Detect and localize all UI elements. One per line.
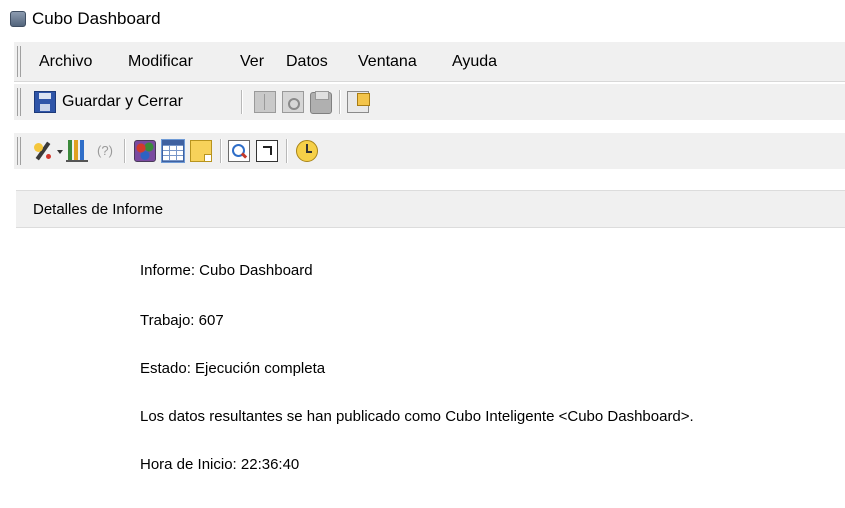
chart-icon[interactable] <box>66 140 88 162</box>
launch-icon[interactable] <box>256 140 278 162</box>
properties-icon[interactable] <box>347 91 370 113</box>
menu-archivo[interactable]: Archivo <box>37 42 94 82</box>
toolbar2-grip[interactable] <box>17 137 21 165</box>
window-title: Cubo Dashboard <box>32 9 161 28</box>
detail-start-time: Hora de Inicio: 22:36:40 <box>140 456 300 473</box>
book-icon[interactable] <box>254 91 276 113</box>
detail-job-id: Trabajo: 607 <box>140 312 224 329</box>
toolbar-view: (?) <box>14 133 845 169</box>
menu-datos[interactable]: Datos <box>284 42 330 82</box>
toolbar-separator <box>339 90 341 114</box>
schedule-icon[interactable] <box>296 140 318 162</box>
menu-modificar[interactable]: Modificar <box>126 42 195 82</box>
toolbar-standard: Guardar y Cerrar <box>14 84 845 120</box>
print-preview-icon[interactable] <box>282 91 304 113</box>
print-icon[interactable] <box>310 91 332 114</box>
cube-icon <box>10 11 26 27</box>
graph-view-icon[interactable] <box>134 140 156 162</box>
details-header: Detalles de Informe <box>16 190 845 228</box>
menu-bar: Archivo Modificar Ver Datos Ventana Ayud… <box>14 42 845 82</box>
note-icon[interactable] <box>190 140 212 162</box>
detail-report-name: Informe: Cubo Dashboard <box>140 262 313 279</box>
help-icon[interactable]: (?) <box>94 140 116 162</box>
toolbar-separator <box>220 139 222 163</box>
toolbar-separator <box>241 90 243 114</box>
toolbar1-grip[interactable] <box>17 88 21 116</box>
menu-ventana[interactable]: Ventana <box>356 42 419 82</box>
title-bar: Cubo Dashboard <box>0 0 845 38</box>
menu-ver[interactable]: Ver <box>238 42 266 82</box>
find-icon[interactable] <box>228 140 250 162</box>
toolbar-separator <box>124 139 126 163</box>
save-close-button[interactable]: Guardar y Cerrar <box>62 84 183 120</box>
chevron-down-icon[interactable] <box>57 150 63 154</box>
wizard-icon[interactable] <box>32 140 54 162</box>
toolbar-separator <box>286 139 288 163</box>
save-icon[interactable] <box>34 91 56 113</box>
detail-publish-message: Los datos resultantes se han publicado c… <box>140 408 694 425</box>
menubar-grip[interactable] <box>17 46 21 77</box>
grid-view-icon[interactable] <box>161 139 185 163</box>
details-title: Detalles de Informe <box>33 201 164 218</box>
menu-ayuda[interactable]: Ayuda <box>450 42 499 82</box>
detail-status: Estado: Ejecución completa <box>140 360 326 377</box>
details-body: Informe: Cubo Dashboard Trabajo: 607 Est… <box>16 228 845 508</box>
